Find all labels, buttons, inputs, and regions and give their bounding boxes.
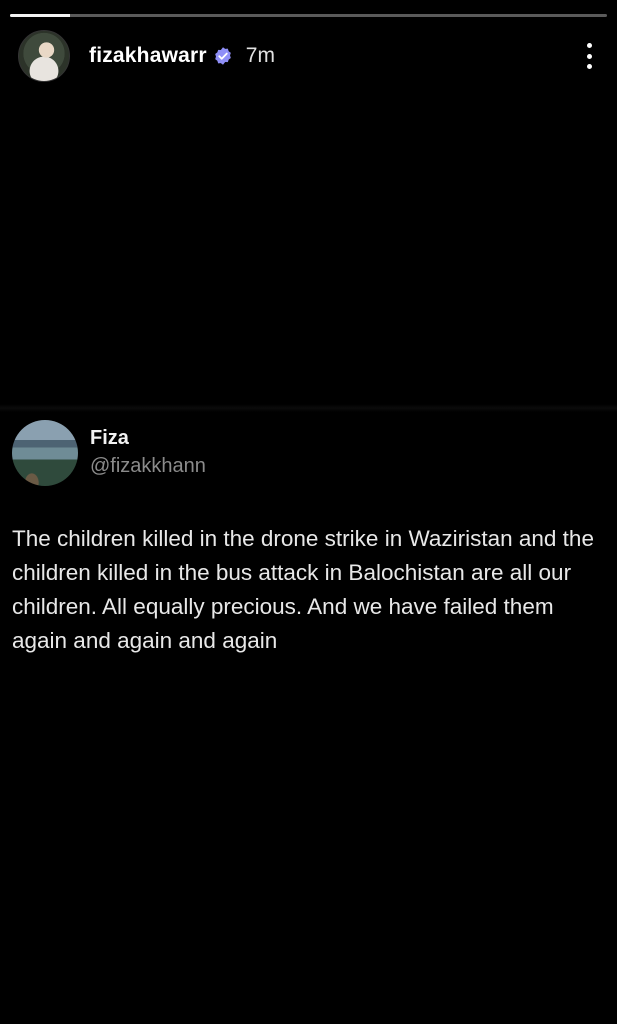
story-progress-fill (10, 14, 70, 17)
tweet-names: Fiza @fizakkhann (90, 425, 206, 481)
post-time: 7m (245, 44, 275, 67)
story-progress-bar (10, 14, 607, 17)
profile-avatar[interactable] (18, 30, 70, 82)
tweet-handle: @fizakkhann (90, 455, 206, 477)
tweet-text: The children killed in the drone strike … (12, 526, 594, 653)
tweet-avatar (12, 420, 78, 486)
tweet-author: Fiza @fizakkhann (12, 420, 206, 486)
tweet-card-top-edge (0, 404, 617, 412)
tweet-display-name: Fiza (90, 427, 129, 449)
verified-badge-icon (214, 47, 231, 65)
story-header: fizakhawarr 7m (18, 30, 599, 82)
more-vertical-icon[interactable] (579, 41, 599, 71)
username[interactable]: fizakhawarr (89, 44, 207, 68)
